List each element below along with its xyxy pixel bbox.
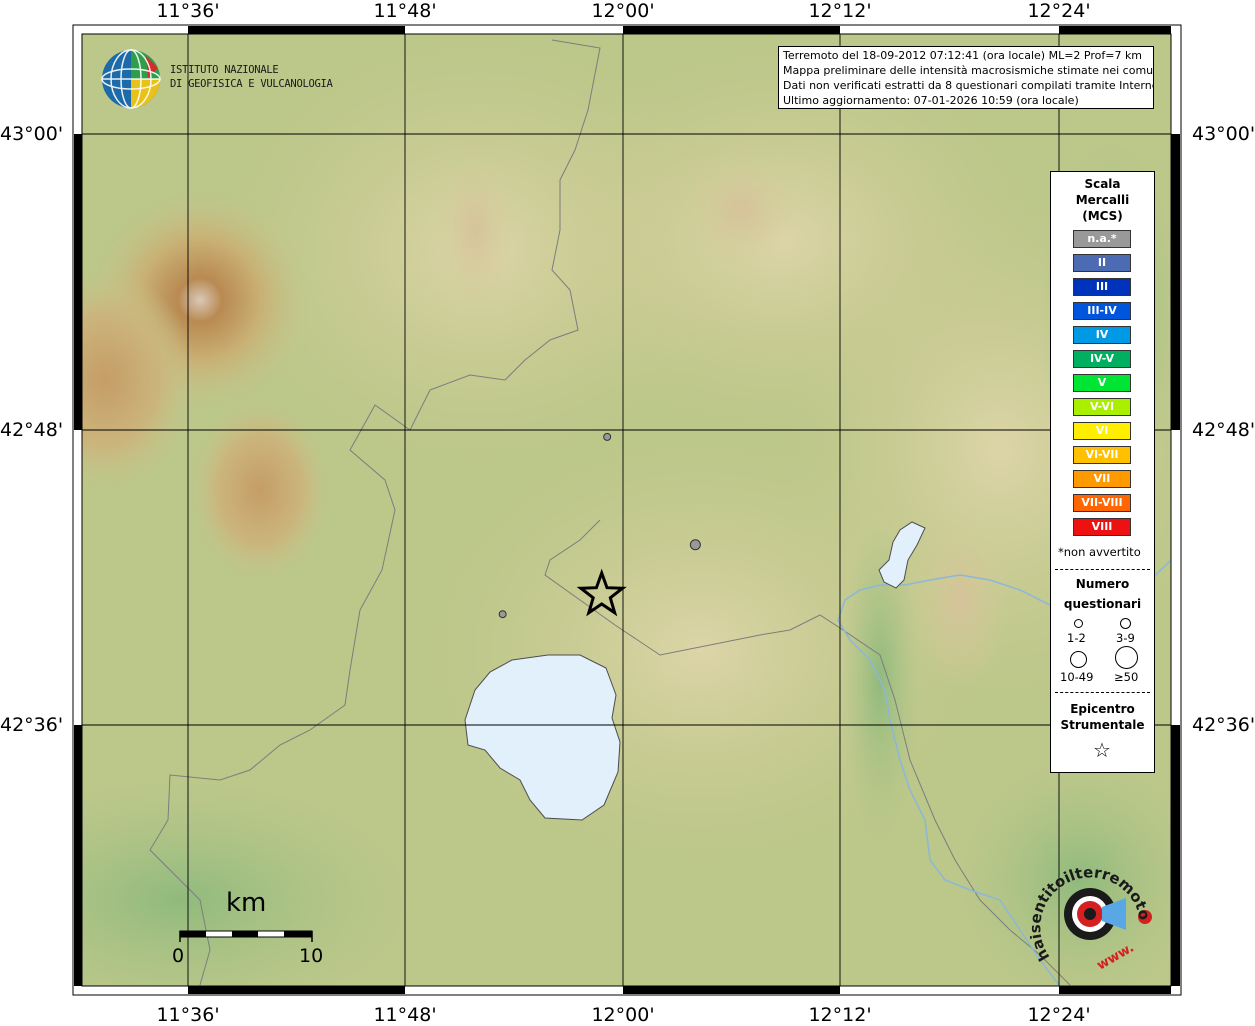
lat-label-right: 42°48' — [1192, 419, 1255, 441]
legend-swatch-viii: VIII — [1073, 518, 1131, 536]
legend-title: Scala — [1084, 177, 1121, 191]
count-title: Numero — [1075, 577, 1130, 591]
count-circle-1-2 — [1074, 619, 1083, 628]
not-felt-note: *non avvertito — [1058, 545, 1141, 559]
count-title: questionari — [1063, 597, 1142, 611]
legend-swatch-iii-iv: III-IV — [1073, 302, 1131, 320]
questionnaire-point — [498, 610, 507, 619]
legend-swatch-iv-v: IV-V — [1073, 350, 1131, 368]
questionnaire-point — [689, 539, 701, 551]
epicenter-legend-icon: ☆ — [1093, 738, 1111, 762]
lon-label-bottom: 12°00' — [591, 1004, 655, 1026]
event-info-line: Mappa preliminare delle intensità macros… — [783, 64, 1154, 77]
count-circle-10-49 — [1070, 651, 1087, 668]
legend-swatch-ii: II — [1073, 254, 1131, 272]
count-label: 10-49 — [1060, 670, 1094, 684]
legend-swatch-v: V — [1073, 374, 1131, 392]
lat-label-left: 42°36' — [0, 714, 64, 736]
scale-max: 10 — [299, 945, 324, 967]
legend-swatch-vi: VI — [1073, 422, 1131, 440]
haisentito-logo: haisentitoilterremoto.it www. — [1030, 862, 1154, 973]
lon-label-top: 12°12' — [808, 0, 872, 22]
legend-swatch-v-vi: V-VI — [1073, 398, 1131, 416]
lon-label-bottom: 12°24' — [1027, 1004, 1091, 1026]
count-circle-3-9 — [1120, 618, 1131, 629]
lon-label-bottom: 11°48' — [373, 1004, 437, 1026]
lon-label-top: 11°48' — [373, 0, 437, 22]
event-info-box: Terremoto del 18-09-2012 07:12:41 (ora l… — [778, 46, 1154, 109]
legend-title: (MCS) — [1082, 209, 1123, 223]
count-circle-50 — [1115, 646, 1138, 669]
count-label: 1-2 — [1067, 631, 1086, 645]
epicenter-title: Strumentale — [1060, 718, 1145, 732]
count-label: 3-9 — [1116, 631, 1135, 645]
lon-label-top: 12°00' — [591, 0, 655, 22]
legend-swatch-vii-viii: VII-VIII — [1073, 494, 1131, 512]
lon-label-bottom: 11°36' — [156, 1004, 220, 1026]
legend-swatch-n-a-: n.a.* — [1073, 230, 1131, 248]
count-label: ≥50 — [1114, 670, 1139, 684]
ingv-name-line2: DI GEOFISICA E VULCANOLOGIA — [170, 78, 333, 90]
lon-label-top: 11°36' — [156, 0, 220, 22]
legend-swatch-iii: III — [1073, 278, 1131, 296]
lat-label-left: 42°48' — [0, 419, 64, 441]
lat-label-right: 43°00' — [1192, 123, 1255, 145]
legend-swatch-vi-vii: VI-VII — [1073, 446, 1131, 464]
legend-swatch-iv: IV — [1073, 326, 1131, 344]
event-info-line: Dati non verificati estratti da 8 questi… — [783, 79, 1154, 92]
lon-label-top: 12°24' — [1027, 0, 1091, 22]
event-info-line: Ultimo aggiornamento: 07-01-2026 10:59 (… — [783, 94, 1079, 107]
legend: Scala Mercalli (MCS) n.a.* II III III-IV IV I… — [1050, 171, 1155, 773]
haisentito-www: www. — [1095, 940, 1137, 973]
ingv-name-line1: ISTITUTO NAZIONALE — [170, 64, 279, 76]
scale-min: 0 — [172, 945, 185, 967]
ingv-name: ISTITUTO NAZIONALE DI GEOFISICA E VULCAN… — [170, 63, 333, 91]
legend-title: Mercalli — [1075, 193, 1130, 207]
questionnaire-point — [603, 432, 612, 441]
event-info-line: Terremoto del 18-09-2012 07:12:41 (ora l… — [783, 49, 1143, 62]
lat-label-right: 42°36' — [1192, 714, 1255, 736]
legend-swatch-vii: VII — [1073, 470, 1131, 488]
lon-label-bottom: 12°12' — [808, 1004, 872, 1026]
lat-label-left: 43°00' — [0, 123, 64, 145]
epicenter-title: Epicentro — [1070, 702, 1135, 716]
